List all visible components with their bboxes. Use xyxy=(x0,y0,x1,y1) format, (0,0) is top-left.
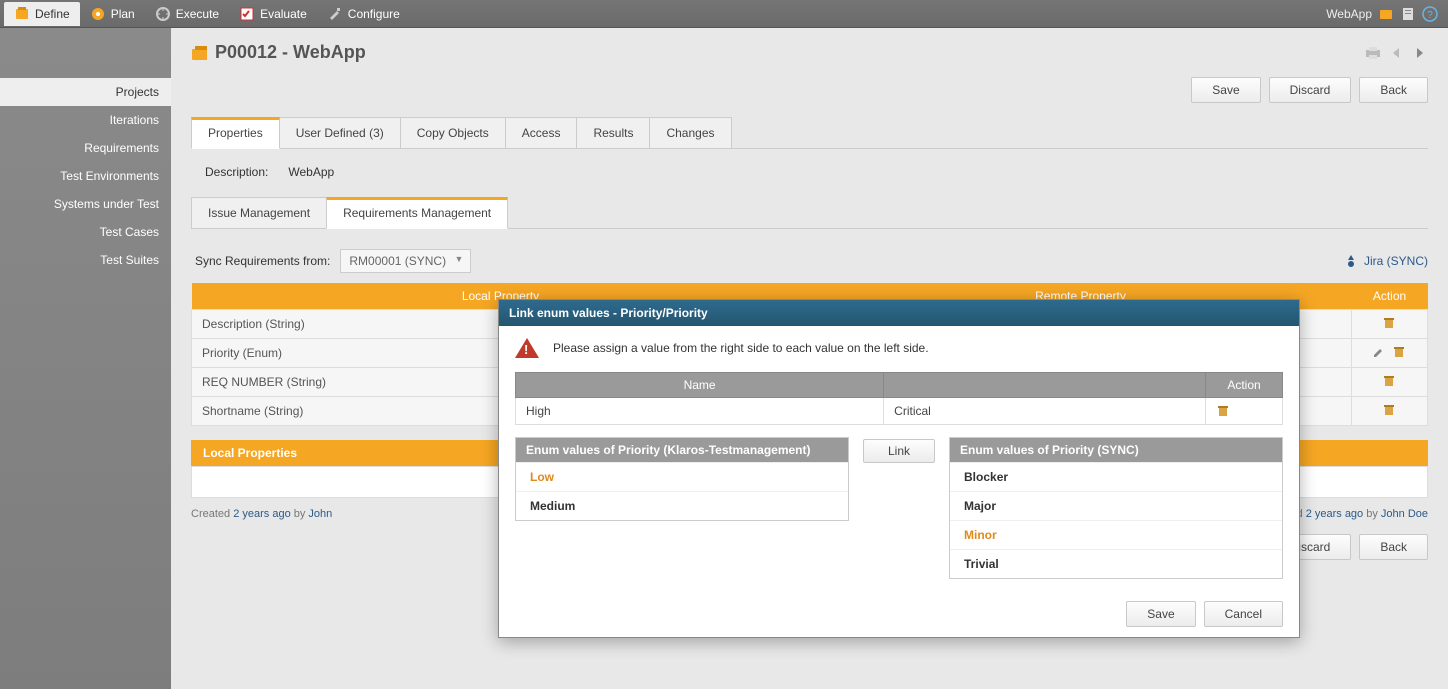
tab-properties[interactable]: Properties xyxy=(191,117,280,149)
topnav-evaluate[interactable]: Evaluate xyxy=(229,2,317,26)
nav-forward-icon[interactable] xyxy=(1412,45,1428,61)
plan-icon xyxy=(90,6,106,22)
topnav-execute[interactable]: Execute xyxy=(145,2,229,26)
topnav-label: Execute xyxy=(176,7,219,21)
modal-save-button[interactable]: Save xyxy=(1126,601,1195,627)
tab-changes[interactable]: Changes xyxy=(649,117,731,148)
page-title: P00012 - WebApp xyxy=(215,42,366,63)
tab-copy-objects[interactable]: Copy Objects xyxy=(400,117,506,148)
mcol-name-right xyxy=(884,373,1206,398)
sidebar-test-suites[interactable]: Test Suites xyxy=(0,246,171,274)
left-enum-panel: Enum values of Priority (Klaros-Testmana… xyxy=(515,437,849,521)
mcol-action: Action xyxy=(1206,373,1283,398)
modal-cancel-button[interactable]: Cancel xyxy=(1204,601,1283,627)
warning-icon xyxy=(515,338,539,358)
sidebar-requirements[interactable]: Requirements xyxy=(0,134,171,162)
enum-item-blocker[interactable]: Blocker xyxy=(950,462,1282,491)
link-button[interactable]: Link xyxy=(863,439,935,463)
main-tabs: Properties User Defined (3) Copy Objects… xyxy=(191,117,1428,149)
topnav-label: Define xyxy=(35,7,70,21)
created-info: Created 2 years ago by John xyxy=(191,508,332,520)
enum-item-medium[interactable]: Medium xyxy=(516,491,848,520)
top-nav: Define Plan Execute Evaluate Configure W… xyxy=(0,0,1448,28)
module-icon[interactable] xyxy=(1378,6,1394,22)
remote-system-label: Jira (SYNC) xyxy=(1344,254,1428,268)
sidebar-test-cases[interactable]: Test Cases xyxy=(0,218,171,246)
sync-select-wrap[interactable]: RM00001 (SYNC) xyxy=(340,249,471,273)
delete-icon[interactable] xyxy=(1382,403,1398,419)
help-icon[interactable]: ? xyxy=(1422,6,1438,22)
left-panel-title: Enum values of Priority (Klaros-Testmana… xyxy=(516,438,848,462)
modal-mapping-table: Name Action High Critical xyxy=(515,372,1283,425)
topnav-define[interactable]: Define xyxy=(4,2,80,26)
tab-requirements-management[interactable]: Requirements Management xyxy=(326,197,508,229)
sync-select[interactable]: RM00001 (SYNC) xyxy=(340,249,471,273)
sidebar-iterations[interactable]: Iterations xyxy=(0,106,171,134)
tab-access[interactable]: Access xyxy=(505,117,578,148)
delete-icon[interactable] xyxy=(1392,345,1408,361)
main-content: P00012 - WebApp Save Discard Back Proper… xyxy=(171,28,1448,689)
col-action: Action xyxy=(1352,283,1428,310)
save-button[interactable]: Save xyxy=(1191,77,1260,103)
execute-icon xyxy=(155,6,171,22)
sidebar: Projects Iterations Requirements Test En… xyxy=(0,28,171,689)
configure-icon xyxy=(327,6,343,22)
description-value: WebApp xyxy=(280,161,1428,183)
topnav-label: Evaluate xyxy=(260,7,307,21)
enum-item-major[interactable]: Major xyxy=(950,491,1282,520)
inner-tabs: Issue Management Requirements Management xyxy=(191,197,1428,229)
topnav-plan[interactable]: Plan xyxy=(80,2,145,26)
sync-label: Sync Requirements from: xyxy=(195,254,330,268)
back-button-bottom[interactable]: Back xyxy=(1359,534,1428,560)
app-label: WebApp xyxy=(1326,7,1372,21)
edit-icon[interactable] xyxy=(1372,345,1388,361)
enum-item-low[interactable]: Low xyxy=(516,462,848,491)
sidebar-systems-under-test[interactable]: Systems under Test xyxy=(0,190,171,218)
evaluate-icon xyxy=(239,6,255,22)
modal-message: Please assign a value from the right sid… xyxy=(553,341,929,355)
delete-icon[interactable] xyxy=(1382,374,1398,390)
right-enum-panel: Enum values of Priority (SYNC) Blocker M… xyxy=(949,437,1283,579)
back-button[interactable]: Back xyxy=(1359,77,1428,103)
print-icon[interactable] xyxy=(1364,45,1380,61)
notes-icon[interactable] xyxy=(1400,6,1416,22)
right-panel-title: Enum values of Priority (SYNC) xyxy=(950,438,1282,462)
svg-text:?: ? xyxy=(1427,10,1433,21)
link-enum-modal: Link enum values - Priority/Priority Ple… xyxy=(498,299,1300,638)
sidebar-projects[interactable]: Projects xyxy=(0,78,171,106)
description-label: Description: xyxy=(205,165,268,179)
enum-item-minor[interactable]: Minor xyxy=(950,520,1282,549)
project-icon xyxy=(191,45,207,61)
sidebar-test-environments[interactable]: Test Environments xyxy=(0,162,171,190)
topnav-configure[interactable]: Configure xyxy=(317,2,410,26)
enum-item-trivial[interactable]: Trivial xyxy=(950,549,1282,578)
discard-button[interactable]: Discard xyxy=(1269,77,1352,103)
topnav-label: Configure xyxy=(348,7,400,21)
topnav-label: Plan xyxy=(111,7,135,21)
tab-user-defined[interactable]: User Defined (3) xyxy=(279,117,401,148)
tab-issue-management[interactable]: Issue Management xyxy=(191,197,327,228)
tab-results[interactable]: Results xyxy=(576,117,650,148)
delete-icon[interactable] xyxy=(1216,404,1272,418)
delete-icon[interactable] xyxy=(1382,316,1398,332)
modal-title: Link enum values - Priority/Priority xyxy=(499,300,1299,326)
modal-row: High Critical xyxy=(516,398,1283,425)
mcol-name-left: Name xyxy=(516,373,884,398)
define-icon xyxy=(14,6,30,22)
jira-icon xyxy=(1344,254,1358,268)
nav-back-icon[interactable] xyxy=(1388,45,1404,61)
